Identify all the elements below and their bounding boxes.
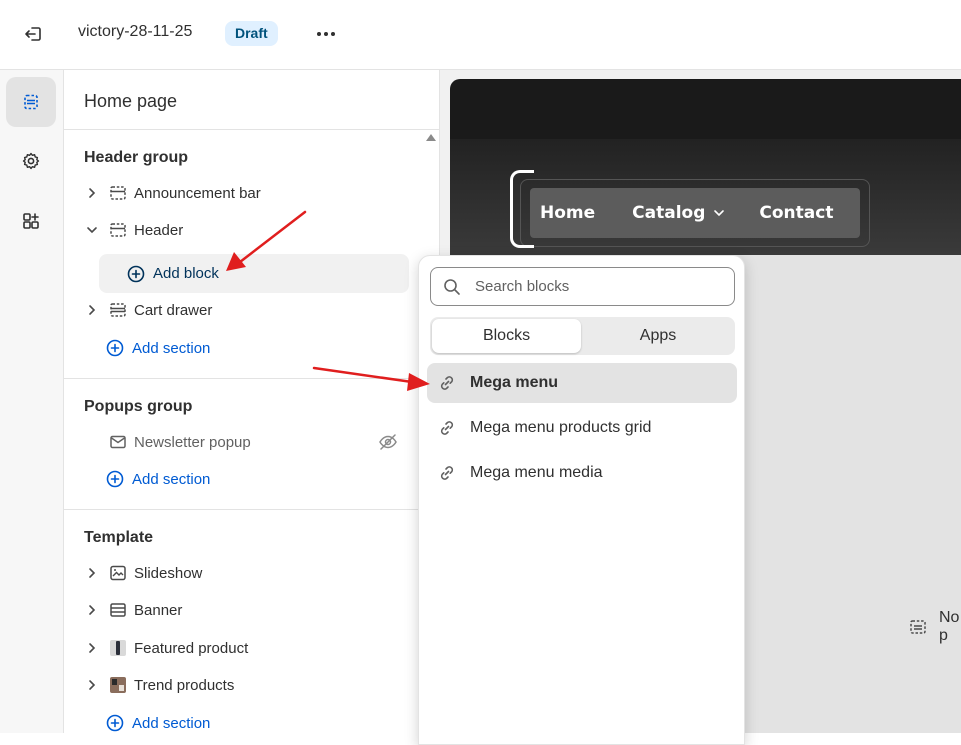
section-label: Trend products	[134, 676, 235, 694]
header-group-title: Header group	[84, 149, 189, 166]
exit-icon[interactable]	[20, 22, 46, 46]
block-label: Mega menu products grid	[470, 419, 652, 436]
section-label: Header	[134, 221, 184, 239]
section-icon	[108, 220, 128, 240]
section-icon	[108, 183, 128, 203]
block-label: Mega menu	[470, 374, 559, 391]
sections-icon[interactable]	[6, 77, 56, 127]
search-blocks-input[interactable]: Search blocks	[430, 267, 735, 306]
template-group-title: Template	[84, 529, 154, 546]
search-placeholder: Search blocks	[475, 278, 570, 295]
section-label: Newsletter popup	[134, 433, 251, 451]
add-block-popover: Search blocks Blocks Apps Mega menu Mega…	[418, 255, 745, 745]
divider	[64, 509, 439, 510]
no-preview-placeholder: No p	[909, 609, 961, 645]
nav-contact[interactable]: Contact	[759, 203, 833, 223]
link-icon	[437, 418, 457, 438]
link-icon	[437, 463, 457, 483]
section-label: Slideshow	[134, 564, 203, 582]
chevron-right-icon[interactable]	[84, 185, 100, 201]
section-announcement-bar[interactable]: Announcement bar	[84, 178, 261, 208]
divider	[64, 129, 439, 130]
section-icon	[909, 618, 927, 636]
section-icon	[108, 300, 128, 320]
nav-catalog[interactable]: Catalog	[632, 203, 705, 223]
preview-nav: Home Catalog Contact	[530, 188, 860, 238]
add-block-button[interactable]: Add block	[99, 254, 409, 293]
section-label: Featured product	[134, 639, 249, 657]
tab-blocks[interactable]: Blocks	[432, 319, 581, 353]
section-featured-product[interactable]: Featured product	[84, 633, 248, 663]
hidden-eye-icon[interactable]	[378, 432, 398, 457]
slideshow-icon	[108, 563, 128, 583]
section-label: Announcement bar	[134, 184, 261, 202]
chevron-right-icon[interactable]	[84, 602, 100, 618]
add-block-label: Add block	[153, 265, 219, 282]
blocks-apps-toggle: Blocks Apps	[430, 317, 735, 355]
mail-icon	[108, 432, 128, 452]
top-bar: victory-28-11-25 Draft	[0, 0, 961, 70]
add-section-label: Add section	[132, 339, 211, 357]
section-cart-drawer[interactable]: Cart drawer	[84, 295, 212, 325]
left-rail	[0, 70, 64, 733]
divider	[64, 378, 439, 379]
section-trend-products[interactable]: Trend products	[84, 670, 234, 700]
block-mega-menu-media[interactable]: Mega menu media	[427, 453, 737, 493]
banner-icon	[108, 600, 128, 620]
plus-circle-icon	[106, 470, 124, 488]
chevron-down-icon[interactable]	[84, 222, 100, 238]
section-label: Cart drawer	[134, 301, 213, 319]
plus-circle-icon	[106, 714, 124, 732]
apps-icon[interactable]	[6, 196, 56, 246]
theme-name: victory-28-11-25	[78, 23, 193, 40]
section-newsletter-popup[interactable]: Newsletter popup	[108, 427, 251, 457]
add-section-label: Add section	[132, 470, 211, 488]
status-badge: Draft	[225, 21, 278, 46]
nav-home[interactable]: Home	[540, 203, 595, 223]
plus-circle-icon	[127, 265, 145, 283]
popups-group-title: Popups group	[84, 398, 193, 415]
product-thumbnail	[108, 638, 128, 658]
chevron-right-icon[interactable]	[84, 677, 100, 693]
block-mega-menu[interactable]: Mega menu	[427, 363, 737, 403]
add-section-button[interactable]: Add section	[106, 335, 210, 361]
add-section-button[interactable]: Add section	[106, 466, 210, 492]
more-horizontal-icon[interactable]	[312, 22, 340, 46]
scroll-up-icon[interactable]	[426, 134, 436, 141]
chevron-right-icon[interactable]	[84, 302, 100, 318]
add-section-label: Add section	[132, 714, 211, 732]
plus-circle-icon	[106, 339, 124, 357]
sections-panel: Home page Header group Announcement bar …	[64, 70, 440, 733]
chevron-right-icon[interactable]	[84, 565, 100, 581]
section-header[interactable]: Header	[84, 215, 183, 245]
tab-apps[interactable]: Apps	[583, 319, 733, 353]
block-label: Mega menu media	[470, 464, 603, 481]
section-banner[interactable]: Banner	[84, 595, 182, 625]
section-slideshow[interactable]: Slideshow	[84, 558, 202, 588]
search-icon	[443, 278, 461, 296]
add-section-button[interactable]: Add section	[106, 710, 210, 733]
link-icon	[437, 373, 457, 393]
section-label: Banner	[134, 601, 183, 619]
chevron-right-icon[interactable]	[84, 640, 100, 656]
settings-gear-icon[interactable]	[6, 136, 56, 186]
page-title: Home page	[84, 91, 178, 111]
product-thumbnail	[108, 675, 128, 695]
announcement-bar-preview	[450, 79, 961, 139]
placeholder-text: No p	[939, 609, 960, 644]
chevron-down-icon	[713, 209, 725, 217]
block-mega-menu-products-grid[interactable]: Mega menu products grid	[427, 408, 737, 448]
